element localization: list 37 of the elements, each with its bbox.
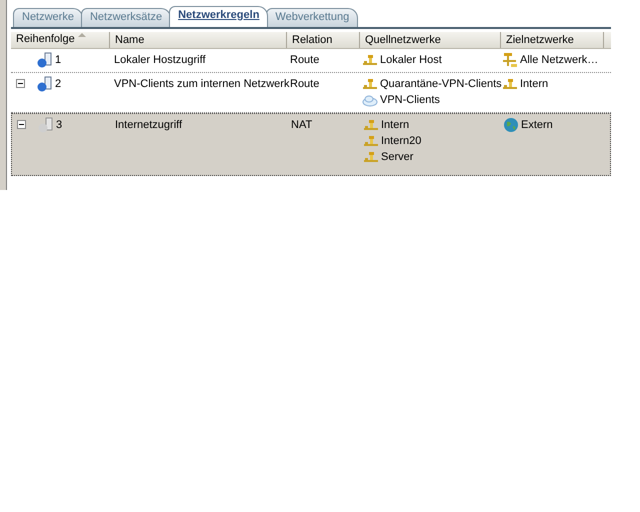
rule-name: Internetzugriff	[115, 119, 182, 131]
rule-name: VPN-Clients zum internen Netzwerk	[114, 78, 290, 90]
tab[interactable]: Netzwerke	[13, 8, 83, 27]
globe-icon	[503, 117, 519, 133]
relation-text: Route	[290, 54, 320, 66]
tab[interactable]: Webverkettung	[266, 8, 358, 27]
network-name: Intern	[381, 118, 410, 133]
network-icon	[363, 133, 379, 149]
column-header[interactable]: Name	[110, 32, 287, 48]
order-number: 3	[56, 118, 62, 133]
network-name: Server	[381, 150, 414, 165]
table-row[interactable]: 1 Lokaler Hostzugriff Route Lokaler Host Alle Netzwerk…	[11, 49, 611, 73]
network-name: Intern	[520, 77, 548, 92]
network-name: Quarantäne-VPN-Clients	[380, 77, 502, 92]
relation-text: Route	[290, 78, 320, 90]
network-icon	[363, 149, 379, 165]
rule-name: Lokaler Hostzugriff	[114, 54, 206, 66]
network-name: Intern20	[381, 134, 422, 149]
relation-text: NAT	[291, 119, 312, 131]
column-header[interactable]: Zielnetzwerke	[501, 32, 604, 48]
tab[interactable]: Netzwerksätze	[80, 8, 172, 27]
network-name: Extern	[521, 118, 553, 133]
column-header[interactable]: Relation	[287, 32, 360, 48]
network-icon	[362, 52, 378, 68]
order-number: 1	[55, 53, 62, 68]
network-icon	[502, 76, 518, 92]
networks-icon	[502, 52, 518, 68]
network-icon	[363, 117, 379, 133]
collapse-icon[interactable]	[16, 79, 25, 88]
column-header[interactable]: Reihenfolge	[11, 32, 110, 48]
column-header[interactable]: Quellnetzwerke	[360, 32, 501, 48]
network-name: Alle Netzwerk…	[520, 53, 598, 68]
network-icon	[362, 76, 378, 92]
order-number: 2	[55, 77, 62, 92]
network-name: VPN-Clients	[380, 93, 440, 108]
network-name: Lokaler Host	[380, 53, 442, 68]
tab[interactable]: Netzwerkregeln	[169, 6, 268, 27]
